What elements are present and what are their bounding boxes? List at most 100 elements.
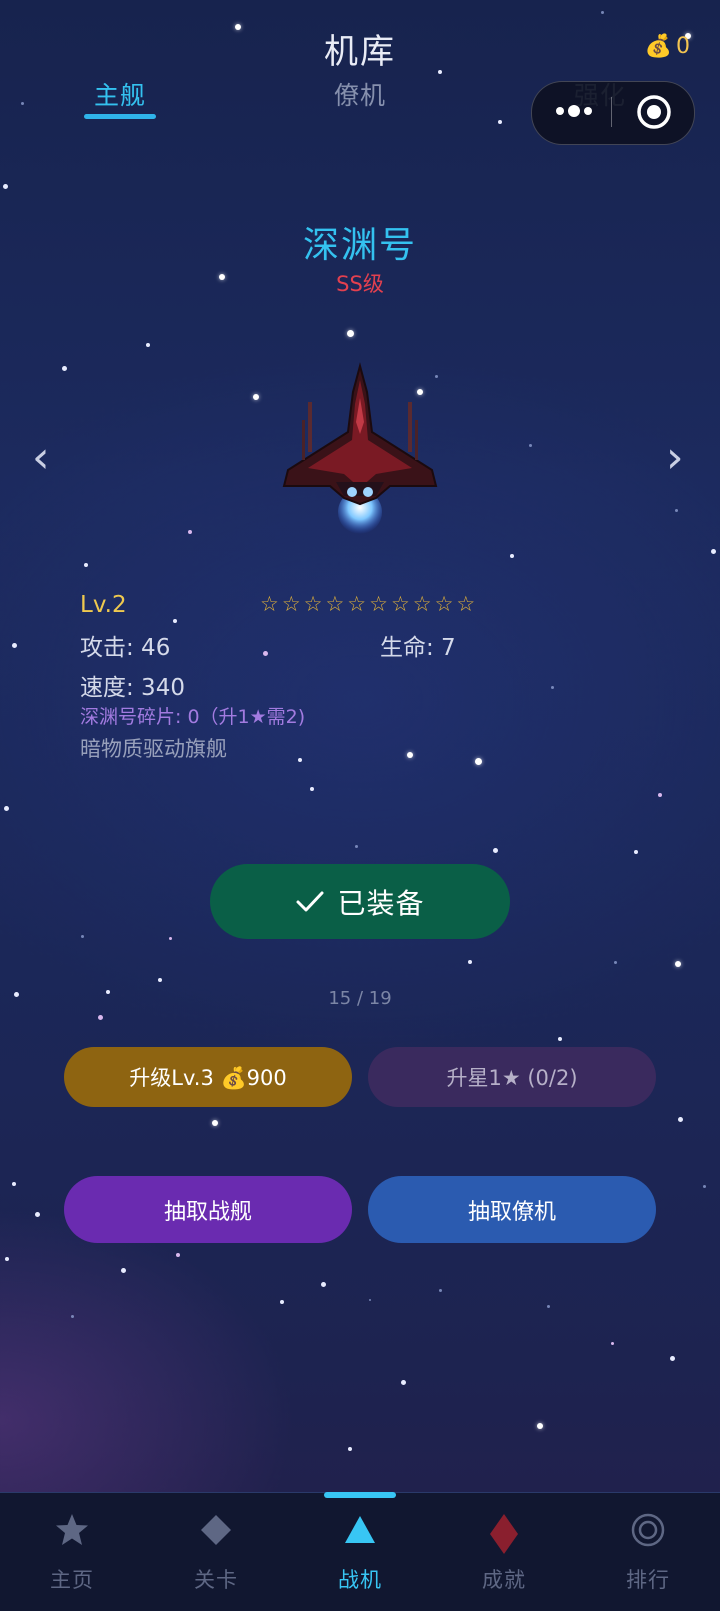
more-dots-icon[interactable] <box>552 96 596 126</box>
background-star <box>212 1120 218 1126</box>
background-star <box>613 960 617 964</box>
target-icon <box>631 1513 665 1547</box>
ship-description: 暗物质驱动旗舰 <box>80 737 227 761</box>
page-title: 机库 <box>324 32 396 72</box>
background-star <box>400 1379 406 1385</box>
background-star <box>84 563 88 567</box>
tab-wingman[interactable]: 僚机 <box>334 76 386 112</box>
background-star <box>438 1288 442 1292</box>
red-diamond-icon <box>490 1514 518 1554</box>
background-star <box>528 443 532 447</box>
background-star <box>354 844 358 848</box>
star-up-button[interactable]: 升星1★ (0/2) <box>368 1047 656 1107</box>
nav-home[interactable]: 主页 <box>0 1504 144 1604</box>
ship-level: Lv.2 <box>80 592 127 618</box>
background-star <box>262 650 268 656</box>
background-star <box>61 365 67 371</box>
nav-home-label: 主页 <box>50 1568 94 1592</box>
background-star <box>677 1116 683 1122</box>
background-star <box>253 394 259 400</box>
background-star <box>492 847 498 853</box>
background-star <box>310 787 314 791</box>
hp-stat: 生命: 7 <box>380 635 456 661</box>
draw-wingman-button[interactable]: 抽取僚机 <box>368 1176 656 1243</box>
equipped-button[interactable]: 已装备 <box>210 864 510 939</box>
background-star <box>70 1314 74 1318</box>
ship-image <box>272 362 448 540</box>
capsule-divider <box>611 97 612 127</box>
background-star <box>510 554 514 558</box>
target-circle-icon[interactable] <box>636 94 672 130</box>
nav-achievements[interactable]: 成就 <box>432 1504 576 1604</box>
background-star <box>320 1281 326 1287</box>
background-star <box>669 1355 675 1361</box>
nav-ranking-label: 排行 <box>626 1568 670 1592</box>
background-star <box>546 1304 550 1308</box>
background-star <box>3 805 9 811</box>
background-star <box>34 1211 40 1217</box>
chevron-left-icon[interactable]: ‹ <box>32 432 50 483</box>
background-star <box>5 1257 9 1261</box>
nav-fighter-label: 战机 <box>338 1568 382 1592</box>
background-star <box>468 960 472 964</box>
active-nav-indicator <box>324 1492 396 1498</box>
coin-balance: 💰 0 <box>645 34 690 59</box>
nav-levels-label: 关卡 <box>194 1568 238 1592</box>
background-star <box>634 850 638 854</box>
background-star <box>702 1184 706 1188</box>
nav-ranking[interactable]: 排行 <box>576 1504 720 1604</box>
background-star <box>658 793 662 797</box>
chevron-right-icon[interactable]: › <box>666 432 684 483</box>
speed-stat: 速度: 340 <box>80 675 185 701</box>
background-star <box>80 934 84 938</box>
nav-achievements-label: 成就 <box>482 1568 526 1592</box>
background-star <box>97 1014 103 1020</box>
background-star <box>298 758 302 762</box>
star-icon <box>56 1514 88 1545</box>
background-star <box>2 183 8 189</box>
background-star <box>710 548 716 554</box>
ship-name: 深渊号 <box>302 225 417 266</box>
background-star <box>407 752 413 758</box>
background-star <box>146 343 150 347</box>
page-indicator: 15 / 19 <box>328 988 392 1009</box>
background-star <box>348 1447 352 1451</box>
background-star <box>176 1253 180 1257</box>
background-star <box>173 619 177 623</box>
background-star <box>188 530 192 534</box>
background-star <box>168 936 172 940</box>
background-star <box>12 1182 16 1186</box>
star-rating: ☆☆☆☆☆☆☆☆☆☆ <box>260 592 479 616</box>
upgrade-button[interactable]: 升级Lv.3 💰900 <box>64 1047 352 1107</box>
tab-main-ship[interactable]: 主舰 <box>94 76 146 112</box>
background-star <box>498 120 502 124</box>
diamond-icon <box>201 1515 231 1545</box>
check-icon <box>296 891 324 911</box>
nav-levels[interactable]: 关卡 <box>144 1504 288 1604</box>
background-star <box>610 1341 614 1345</box>
background-star <box>120 1267 126 1273</box>
coin-count: 0 <box>676 34 690 59</box>
equipped-label: 已装备 <box>337 886 425 920</box>
background-star <box>369 1299 371 1301</box>
background-star <box>674 508 678 512</box>
background-star <box>474 757 482 765</box>
draw-ship-button[interactable]: 抽取战舰 <box>64 1176 352 1243</box>
background-star <box>537 1423 543 1429</box>
background-star <box>550 685 554 689</box>
triangle-icon <box>345 1516 375 1543</box>
background-star <box>675 961 681 967</box>
background-star <box>600 10 604 14</box>
nav-fighter[interactable]: 战机 <box>288 1504 432 1604</box>
background-star <box>558 1037 562 1041</box>
fragment-count: 深渊号碎片: 0（升1★需2) <box>80 706 306 728</box>
background-star <box>158 978 162 982</box>
background-star <box>11 642 17 648</box>
attack-stat: 攻击: 46 <box>80 635 171 661</box>
active-tab-underline <box>84 114 156 119</box>
money-bag-icon: 💰 <box>644 34 672 59</box>
background-star <box>346 329 354 337</box>
background-star <box>280 1300 284 1304</box>
ship-grade: SS级 <box>336 272 384 296</box>
background-star <box>20 101 24 105</box>
